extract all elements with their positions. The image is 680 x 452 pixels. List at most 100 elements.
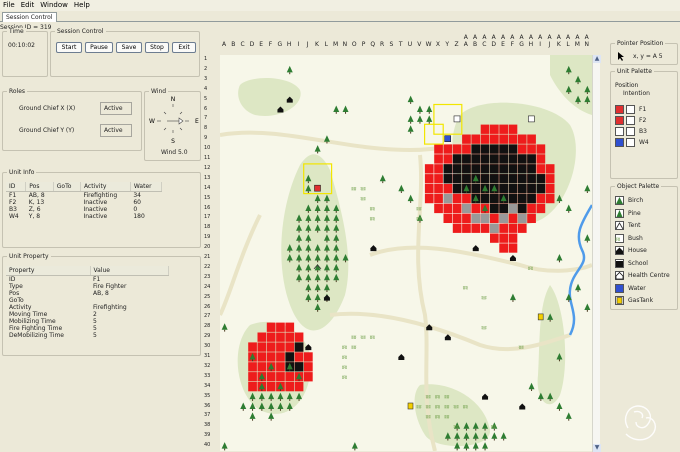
tab-session-control[interactable]: Session Control (2, 12, 57, 22)
fire-cell (499, 184, 508, 194)
pine-tree-trunk (326, 280, 328, 283)
fire-cell (434, 144, 443, 154)
pine-tree-trunk (586, 240, 588, 243)
fire-cell (499, 134, 508, 144)
map-column-label-letter: N (584, 41, 589, 48)
map-column-label-prefix: A (528, 34, 533, 41)
menu-window[interactable]: Window (37, 0, 71, 9)
health-centre-icon[interactable] (615, 271, 624, 280)
menu-edit[interactable]: Edit (18, 0, 38, 9)
unit-info-row[interactable]: B3 Z, 6 Inactive 0 (6, 206, 162, 213)
unit-info-title: Unit Info (7, 169, 37, 176)
pine-tree-trunk (261, 379, 263, 382)
unit-intention-icon[interactable] (626, 138, 635, 147)
scroll-down-icon[interactable]: ▼ (593, 444, 601, 452)
unit-position-icon[interactable] (615, 138, 624, 147)
unit-intention-icon[interactable] (626, 127, 635, 136)
unit-position-icon[interactable] (615, 116, 624, 125)
fire-cell (285, 332, 295, 342)
fire-cell (443, 164, 453, 174)
pine-tree-trunk (298, 250, 300, 253)
property-row[interactable]: Type Fire Fighter (6, 283, 169, 290)
gas-tank-icon[interactable] (615, 296, 624, 305)
house-icon[interactable] (615, 246, 624, 255)
role-status-y[interactable]: Active (100, 124, 132, 137)
fire-cell (508, 164, 518, 174)
map-row-label: 16 (204, 204, 211, 211)
bush-icon: ʬʬ (435, 405, 441, 411)
map-scrollbar[interactable]: ▲ ▼ (592, 55, 601, 452)
property-row[interactable]: Mobilizing Time 5 (6, 318, 169, 325)
property-row[interactable]: Pos AB, 8 (6, 290, 169, 297)
scroll-up-icon[interactable]: ▲ (593, 55, 601, 63)
pine-icon[interactable] (615, 208, 624, 218)
map-column-label: AC (480, 34, 488, 48)
unit-intention-icon[interactable] (626, 105, 635, 114)
unit-info-cell: Inactive (83, 199, 108, 206)
unit-info-row[interactable]: F2 K, 13 Inactive 60 (6, 199, 162, 206)
col-pos[interactable]: Pos (25, 182, 54, 192)
property-row[interactable]: Fire Fighting Time 5 (6, 325, 169, 332)
exit-button[interactable]: Exit (172, 42, 196, 53)
map-column-label: U (407, 41, 413, 48)
unit-info-row[interactable]: F1 AB, 8 Firefighting 34 (6, 192, 162, 200)
property-row[interactable]: Activity Firefighting (6, 304, 169, 311)
map-row-label: 13 (204, 174, 211, 181)
col-id[interactable]: ID (6, 182, 27, 192)
school-icon[interactable] (615, 258, 624, 268)
start-button[interactable]: Start (56, 42, 82, 53)
fire-cell (424, 193, 434, 204)
map-column-label-prefix: A (584, 34, 589, 41)
col-value[interactable]: Value (90, 266, 169, 276)
col-activity[interactable]: Activity (80, 182, 131, 192)
pine-tree-trunk (298, 399, 300, 401)
fire-cell (480, 144, 490, 154)
save-button[interactable]: Save (116, 42, 142, 53)
unit-position-icon[interactable] (615, 127, 624, 136)
property-row[interactable]: DeMobilizing Time 5 (6, 332, 169, 339)
pine-tree-trunk (270, 399, 272, 401)
wind-s: S (171, 138, 175, 145)
unit-position-icon[interactable] (615, 105, 624, 114)
tent-icon[interactable] (615, 221, 624, 230)
fire-cell (452, 223, 462, 233)
role-status-x[interactable]: Active (100, 102, 132, 115)
fire-cell (508, 144, 518, 154)
bush-icon: ʬʬ (444, 405, 450, 411)
unit-intention-icon[interactable] (626, 116, 635, 125)
object-palette-title: Object Palette (615, 183, 662, 190)
map-column-label-letter: E (501, 41, 505, 48)
pine-tree-trunk (484, 438, 486, 441)
fire-cell (545, 184, 555, 194)
property-row[interactable]: GoTo (6, 297, 169, 304)
bush-icon[interactable]: ʬʬ (615, 233, 624, 243)
object-palette-label: School (628, 259, 648, 267)
map-canvas[interactable]: ʬʬ ʬʬʬʬʬʬʬʬʬʬʬʬʬʬ ʬʬ ʬʬʬʬ ʬʬʬʬʬʬʬʬʬʬ ʬʬ ʬʬʬʬ ʬʬ… (220, 55, 592, 451)
fire-cell (508, 184, 518, 194)
fire-cell (276, 332, 285, 342)
fire-cell (294, 342, 304, 352)
fire-cell (443, 154, 453, 164)
unit-info-row[interactable]: W4 Y, 8 Inactive 180 (6, 213, 162, 220)
menu-file[interactable]: File (0, 0, 18, 9)
pause-button[interactable]: Pause (85, 42, 113, 53)
map-row-label: 9 (204, 135, 208, 142)
property-row[interactable]: ID F1 (6, 276, 169, 284)
property-cell: Mobilizing Time (9, 318, 56, 325)
map-row-label: 11 (204, 155, 211, 161)
roles-group: Roles Ground Chief X (X) Active Ground C… (2, 88, 142, 151)
col-goto[interactable]: GoTo (53, 182, 81, 192)
map-row-label: 30 (204, 343, 211, 350)
property-row[interactable]: Moving Time 2 (6, 311, 169, 318)
col-property[interactable]: Property (6, 266, 91, 276)
stop-button[interactable]: Stop (145, 42, 169, 53)
pine-tree-trunk (577, 102, 579, 104)
birch-icon[interactable] (615, 196, 624, 205)
fire-cell (527, 193, 536, 204)
col-water[interactable]: Water (130, 182, 163, 192)
pine-tree-trunk (410, 201, 412, 203)
object-palette-label: Water (628, 284, 646, 292)
fire-cell (490, 213, 499, 223)
menu-help[interactable]: Help (71, 0, 93, 9)
water-icon[interactable] (615, 283, 624, 293)
